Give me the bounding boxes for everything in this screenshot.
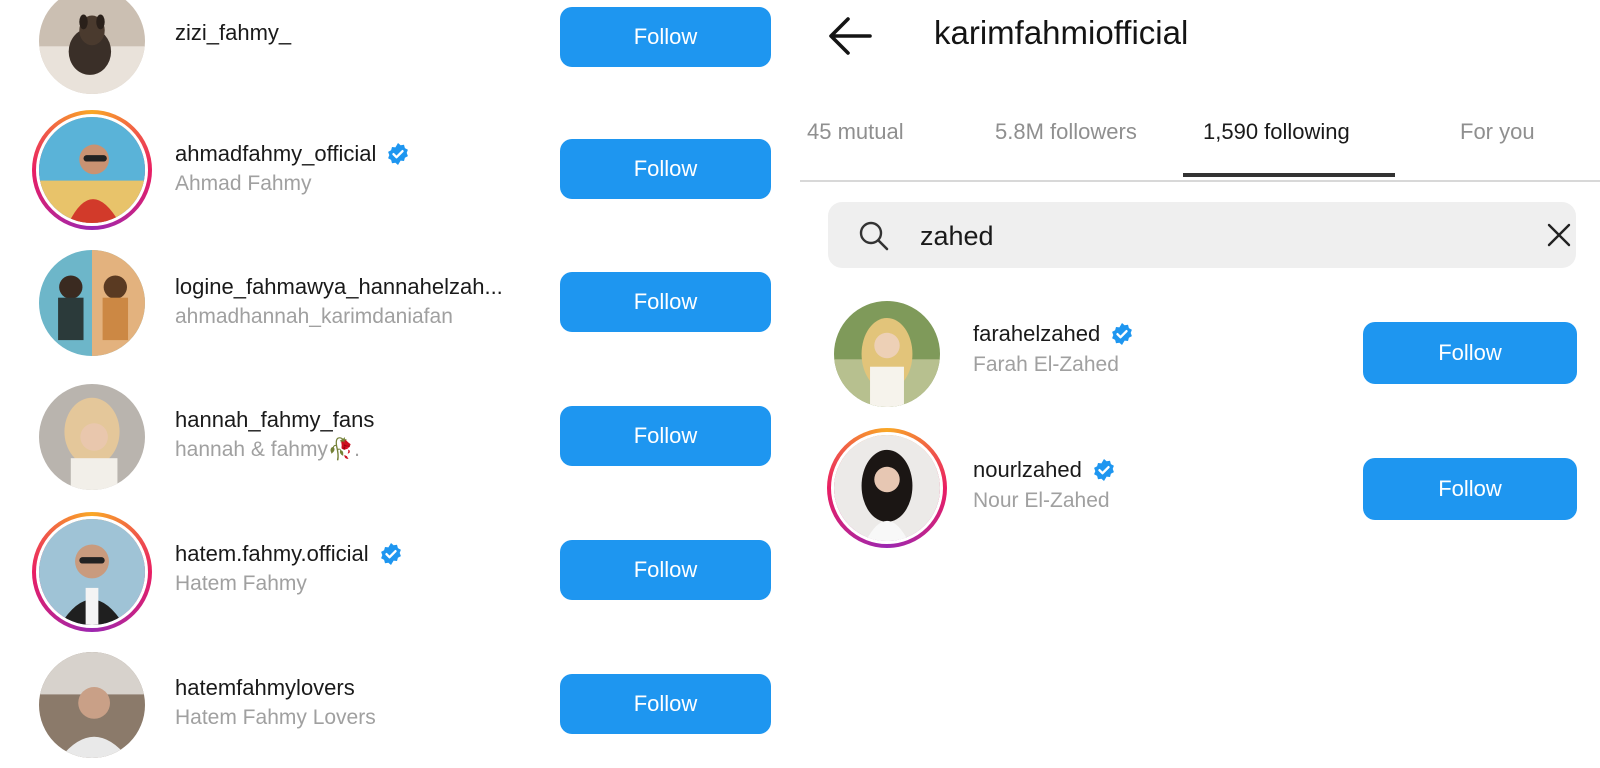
verified-badge-icon bbox=[380, 543, 401, 565]
tab-mutual[interactable]: 45 mutual bbox=[807, 119, 904, 145]
follow-button[interactable]: Follow bbox=[560, 674, 771, 734]
verified-badge-icon bbox=[388, 143, 409, 165]
follow-button[interactable]: Follow bbox=[560, 272, 771, 332]
list-item[interactable]: zizi_fahmy_ Follow bbox=[0, 0, 790, 103]
tab-for-you[interactable]: For you bbox=[1460, 119, 1535, 145]
list-item[interactable]: ahmadfahmy_official Ahmad Fahmy Follow bbox=[0, 108, 790, 232]
full-name: hannah & fahmy🥀. bbox=[175, 438, 360, 461]
active-tab-indicator bbox=[1183, 173, 1395, 177]
search-result-item[interactable]: farahelzahed Farah El-Zahed Follow bbox=[800, 300, 1600, 424]
search-bar[interactable] bbox=[828, 202, 1576, 268]
full-name: Hatem Fahmy Lovers bbox=[175, 706, 376, 729]
list-item[interactable]: hatemfahmylovers Hatem Fahmy Lovers Foll… bbox=[0, 644, 790, 768]
username[interactable]: hatemfahmylovers bbox=[175, 675, 355, 701]
avatar[interactable] bbox=[39, 652, 145, 758]
full-name: ahmadhannah_karimdaniafan bbox=[175, 305, 453, 328]
list-item[interactable]: logine_fahmawya_hannahelzah... ahmadhann… bbox=[0, 242, 790, 366]
avatar-with-story-ring[interactable] bbox=[32, 110, 152, 230]
profile-username-title: karimfahmiofficial bbox=[934, 14, 1189, 51]
tab-followers[interactable]: 5.8M followers bbox=[995, 119, 1137, 145]
avatar[interactable] bbox=[39, 384, 145, 490]
list-item[interactable]: hatem.fahmy.official Hatem Fahmy Follow bbox=[0, 510, 790, 634]
tab-following[interactable]: 1,590 following bbox=[1203, 119, 1350, 145]
follow-button[interactable]: Follow bbox=[1363, 322, 1577, 384]
verified-badge-icon bbox=[1093, 459, 1114, 481]
avatar[interactable] bbox=[39, 250, 145, 356]
following-list-left: zizi_fahmy_ Follow ahmadfahmy_official A… bbox=[0, 0, 790, 764]
list-item[interactable]: hannah_fahmy_fans hannah & fahmy🥀. Follo… bbox=[0, 376, 790, 500]
follow-button[interactable]: Follow bbox=[560, 7, 771, 67]
follow-button[interactable]: Follow bbox=[560, 406, 771, 466]
verified-badge-icon bbox=[1112, 323, 1133, 345]
follow-button[interactable]: Follow bbox=[1363, 458, 1577, 520]
search-result-item[interactable]: nourlzahed Nour El-Zahed Follow bbox=[800, 428, 1600, 554]
follow-button[interactable]: Follow bbox=[560, 139, 771, 199]
full-name: Nour El-Zahed bbox=[973, 489, 1110, 512]
full-name: Ahmad Fahmy bbox=[175, 172, 312, 195]
full-name: Hatem Fahmy bbox=[175, 572, 307, 595]
search-icon bbox=[859, 221, 889, 251]
username[interactable]: nourlzahed bbox=[973, 457, 1116, 483]
close-icon[interactable] bbox=[1546, 222, 1572, 248]
avatar[interactable] bbox=[39, 0, 145, 94]
tab-bar: 45 mutual 5.8M followers 1,590 following… bbox=[800, 105, 1600, 182]
full-name: Farah El-Zahed bbox=[973, 353, 1119, 376]
avatar-with-story-ring[interactable] bbox=[32, 512, 152, 632]
username[interactable]: logine_fahmawya_hannahelzah... bbox=[175, 274, 503, 300]
search-input[interactable] bbox=[918, 212, 1482, 260]
avatar[interactable] bbox=[834, 301, 940, 407]
avatar-with-story-ring[interactable] bbox=[827, 428, 947, 548]
username[interactable]: ahmadfahmy_official bbox=[175, 141, 410, 167]
arrow-left-icon[interactable] bbox=[826, 14, 874, 58]
username[interactable]: hannah_fahmy_fans bbox=[175, 407, 374, 433]
username[interactable]: farahelzahed bbox=[973, 321, 1134, 347]
username[interactable]: hatem.fahmy.official bbox=[175, 541, 403, 567]
follow-button[interactable]: Follow bbox=[560, 540, 771, 600]
profile-following-panel: karimfahmiofficial 45 mutual 5.8M follow… bbox=[800, 0, 1600, 764]
username[interactable]: zizi_fahmy_ bbox=[175, 20, 291, 46]
